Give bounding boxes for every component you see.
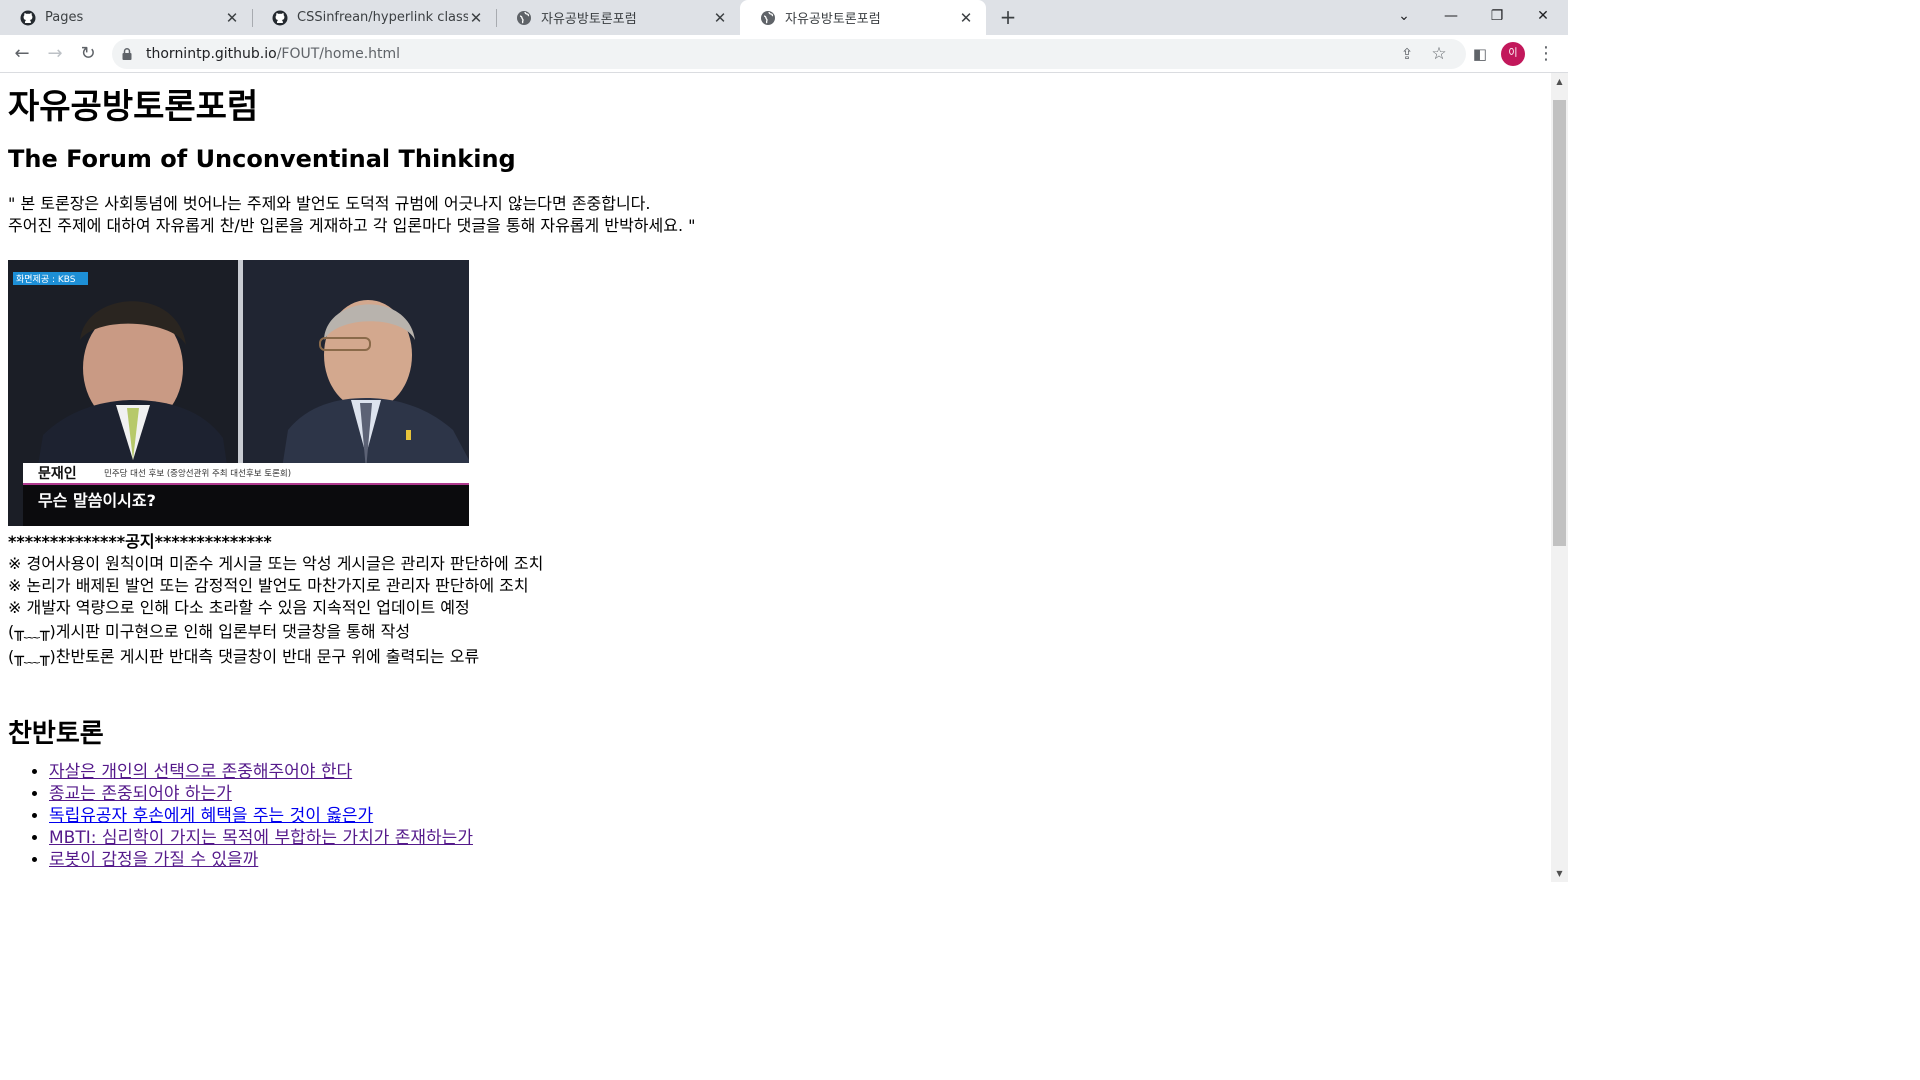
new-tab-button[interactable]: + bbox=[996, 5, 1020, 29]
globe-icon bbox=[761, 10, 775, 25]
tab-search-icon[interactable]: ⌄ bbox=[1381, 0, 1427, 32]
notice-heading: **************공지************** bbox=[8, 531, 543, 553]
list-item: 로봇이 감정을 가질 수 있을까 bbox=[49, 849, 473, 871]
tab-title: 자유공방토론포럼 bbox=[541, 12, 637, 27]
notice-line: ※ 논리가 배제된 발언 또는 감정적인 발언도 마찬가지로 관리자 판단하에 … bbox=[8, 576, 529, 595]
tab-forum-active[interactable]: 자유공방토론포럼 ✕ bbox=[740, 0, 986, 35]
close-tab-icon[interactable]: ✕ bbox=[224, 9, 240, 27]
tab-forum-1[interactable]: 자유공방토론포럼 ✕ bbox=[496, 0, 740, 35]
forward-icon[interactable]: → bbox=[42, 41, 68, 67]
close-tab-icon[interactable]: ✕ bbox=[468, 9, 484, 27]
address-bar[interactable]: thornintp.github.io/FOUT/home.html bbox=[112, 39, 1466, 69]
scroll-up-arrow-icon[interactable]: ▲ bbox=[1551, 73, 1568, 90]
url-text: thornintp.github.io/FOUT/home.html bbox=[146, 46, 400, 62]
list-item: 종교는 존중되어야 하는가 bbox=[49, 783, 473, 805]
speaker-description: 민주당 대선 후보 (중앙선관위 주최 대선후보 토론회) bbox=[104, 468, 291, 479]
back-icon[interactable]: ← bbox=[9, 41, 35, 67]
scroll-down-arrow-icon[interactable]: ▼ bbox=[1551, 865, 1568, 882]
notice-stars-right: ************** bbox=[154, 532, 272, 551]
close-window-button[interactable]: ✕ bbox=[1520, 0, 1566, 32]
list-item: 자살은 개인의 선택으로 존중해주어야 한다 bbox=[49, 761, 473, 783]
speech-caption: 무슨 말씀이시죠? bbox=[38, 491, 156, 510]
notice-line: ※ 개발자 역량으로 인해 다소 초라할 수 있음 지속적인 업데이트 예정 bbox=[8, 598, 470, 617]
url-path: /FOUT/home.html bbox=[276, 46, 401, 62]
tab-pages[interactable]: Pages ✕ bbox=[0, 0, 252, 35]
lock-icon bbox=[122, 48, 132, 60]
tab-hyperlink-class[interactable]: CSSinfrean/hyperlink class.html ✕ bbox=[252, 0, 496, 35]
topic-link[interactable]: 자살은 개인의 선택으로 존중해주어야 한다 bbox=[49, 762, 352, 782]
notice-block: **************공지************** ※ 경어사용이 원… bbox=[8, 531, 543, 669]
topic-link[interactable]: MBTI: 심리학이 가지는 목적에 부합하는 가치가 존재하는가 bbox=[49, 828, 473, 848]
tab-title: Pages bbox=[45, 10, 84, 25]
page-scrollbar[interactable]: ▲ ▼ bbox=[1551, 73, 1568, 882]
browser-toolbar: ← → ↻ thornintp.github.io/FOUT/home.html… bbox=[0, 35, 1568, 73]
page-viewport: 자유공방토론포럼 The Forum of Unconventinal Thin… bbox=[0, 73, 1551, 882]
globe-icon bbox=[517, 10, 531, 25]
close-tab-icon[interactable]: ✕ bbox=[958, 9, 974, 27]
notice-line: ※ 경어사용이 원칙이며 미준수 게시글 또는 악성 게시글은 관리자 판단하에… bbox=[8, 554, 544, 573]
notice-label: 공지 bbox=[125, 532, 155, 551]
quote-line: " 본 토론장은 사회통념에 벗어나는 주제와 발언도 도덕적 규범에 어긋나지… bbox=[8, 194, 651, 213]
side-panel-icon[interactable]: ◧ bbox=[1467, 41, 1493, 67]
debate-topic-list: 자살은 개인의 선택으로 존중해주어야 한다 종교는 존중되어야 하는가 독립유… bbox=[8, 761, 473, 871]
speaker-name: 문재인 bbox=[38, 465, 77, 482]
notice-bug-line: (╥﹏╥)찬반토론 게시판 반대측 댓글창이 반대 문구 위에 출력되는 오류 bbox=[8, 647, 480, 666]
topic-link[interactable]: 로봇이 감정을 가질 수 있을까 bbox=[49, 850, 258, 870]
bookmark-star-icon[interactable]: ☆ bbox=[1426, 41, 1452, 67]
share-icon[interactable]: ⇪ bbox=[1394, 41, 1420, 67]
topic-link[interactable]: 독립유공자 후손에게 혜택을 주는 것이 옳은가 bbox=[49, 806, 373, 826]
menu-kebab-icon[interactable]: ⋮ bbox=[1533, 41, 1559, 67]
list-item: MBTI: 심리학이 가지는 목적에 부합하는 가치가 존재하는가 bbox=[49, 827, 473, 849]
tab-strip: Pages ✕ CSSinfrean/hyperlink class.html … bbox=[0, 0, 1568, 35]
restore-button[interactable]: ❐ bbox=[1474, 0, 1520, 32]
forum-intro-quote: " 본 토론장은 사회통념에 벗어나는 주제와 발언도 도덕적 규범에 어긋나지… bbox=[8, 193, 695, 237]
tab-title: CSSinfrean/hyperlink class.html bbox=[297, 10, 468, 25]
github-icon bbox=[20, 10, 36, 25]
list-item: 독립유공자 후손에게 혜택을 주는 것이 옳은가 bbox=[49, 805, 473, 827]
debate-screenshot-image: 화면제공 : KBS 문재인 민주당 대선 후보 (중앙선관위 주최 대선후보 … bbox=[8, 260, 469, 526]
url-host: thornintp.github.io bbox=[146, 46, 277, 62]
notice-stars-left: ************** bbox=[8, 532, 126, 551]
minimize-button[interactable]: — bbox=[1428, 0, 1474, 32]
image-source-caption: 화면제공 : KBS bbox=[16, 274, 76, 285]
page-subtitle: The Forum of Unconventinal Thinking bbox=[8, 145, 516, 173]
tab-title: 자유공방토론포럼 bbox=[785, 12, 881, 27]
notice-bug-line: (╥﹏╥)게시판 미구현으로 인해 입론부터 댓글창을 통해 작성 bbox=[8, 622, 411, 641]
debate-section-title: 찬반토론 bbox=[8, 719, 104, 749]
close-tab-icon[interactable]: ✕ bbox=[712, 9, 728, 27]
profile-avatar[interactable]: 이 bbox=[1501, 42, 1525, 66]
topic-link[interactable]: 종교는 존중되어야 하는가 bbox=[49, 784, 232, 804]
page-title: 자유공방토론포럼 bbox=[8, 87, 259, 127]
reload-icon[interactable]: ↻ bbox=[75, 41, 101, 67]
github-icon bbox=[272, 10, 288, 25]
scrollbar-thumb[interactable] bbox=[1553, 100, 1566, 546]
quote-line: 주어진 주제에 대하여 자유롭게 찬/반 입론을 게재하고 각 입론마다 댓글을… bbox=[8, 216, 696, 235]
